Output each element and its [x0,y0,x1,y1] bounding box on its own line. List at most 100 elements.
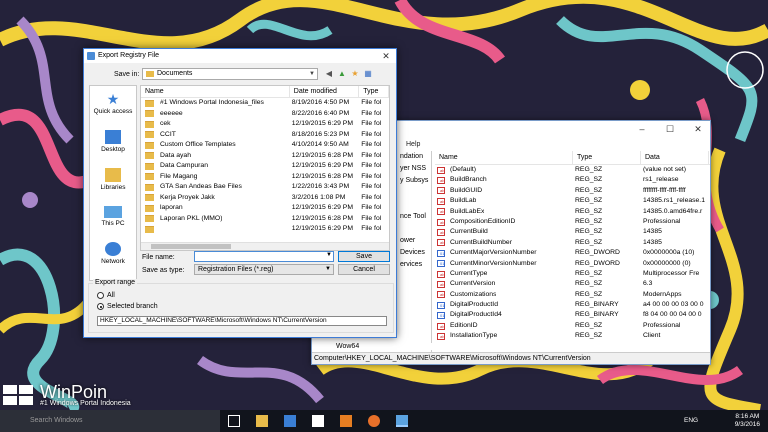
language-indicator[interactable]: ENG [684,417,698,424]
file-type: File fol [361,99,382,106]
file-row[interactable]: laporan 12/19/2015 6:29 PM File fol [141,203,389,214]
view-menu-icon[interactable]: ▦ [363,69,373,79]
value-name: DigitalProductId [450,301,498,309]
string-value-icon: ab [437,280,445,288]
back-icon[interactable]: ◀ [324,69,334,79]
value-row[interactable]: 01 DigitalProductId REG_BINARY a4 00 00 00 … [435,300,710,310]
folder-icon [145,152,154,160]
store-icon[interactable] [312,415,324,427]
up-folder-icon[interactable]: ▲ [337,69,347,79]
value-row[interactable]: ab BuildBranch REG_SZ rs1_release [435,175,710,185]
value-row[interactable]: 01 CurrentMajorVersionNumber REG_DWORD 0x00… [435,248,710,258]
value-row[interactable]: ab BuildLabEx REG_SZ 14385.0.amd64fre.r [435,207,710,217]
value-row[interactable]: ab BuildLab REG_SZ 14385.rs1_release.1 [435,196,710,206]
value-row[interactable]: 01 CurrentMinorVersionNumber REG_DWORD 0x00… [435,259,710,269]
minimize-icon[interactable]: – [632,124,652,136]
folder-icon [145,141,154,149]
file-type: File fol [361,214,382,222]
save-button[interactable]: Save [338,251,390,262]
file-name-input[interactable]: ▼ [194,251,334,262]
registry-values-list[interactable]: Name Type Data ab (Default) REG_SZ (value n… [435,151,710,354]
file-row[interactable]: Laporan PKL (MMO) 12/19/2015 6:28 PM File … [141,214,389,225]
value-type: REG_DWORD [575,249,620,257]
col-date-modified[interactable]: Date modified [290,86,360,97]
value-data: 14385.rs1_release.1 [643,197,705,205]
file-row[interactable]: cek 12/19/2015 6:29 PM File fol [141,119,389,130]
string-value-icon: ab [437,270,445,278]
windows-logo-icon [3,385,33,405]
value-row[interactable]: ab CurrentBuildNumber REG_SZ 14385 [435,238,710,248]
value-row[interactable]: ab CurrentVersion REG_SZ 6.3 [435,279,710,289]
regedit-app-icon [87,52,95,60]
vlc-icon[interactable] [340,415,352,427]
value-row[interactable]: ab InstallationType REG_SZ Client [435,331,710,341]
save-in-dropdown[interactable]: Documents ▼ [142,68,318,80]
file-type: File fol [361,193,382,201]
file-row[interactable]: Custom Office Templates 4/10/2014 9:50 AM… [141,140,389,151]
col-type[interactable]: Type [359,86,389,97]
string-value-icon: ab [437,332,445,340]
place-quick-access[interactable]: ★ Quick access [90,92,136,115]
file-row[interactable]: Data ayah 12/19/2015 6:28 PM File fol [141,151,389,162]
place-network[interactable]: Network [90,242,136,265]
value-row[interactable]: ab (Default) REG_SZ (value not set) [435,165,710,175]
save-as-type-dropdown[interactable]: Registration Files (*.reg) ▼ [194,264,334,275]
place-this-pc[interactable]: This PC [90,206,136,227]
new-folder-icon[interactable]: ★ [350,69,360,79]
radio-all[interactable]: All [97,292,115,299]
selected-branch-input[interactable]: HKEY_LOCAL_MACHINE\SOFTWARE\Microsoft\Wi… [97,316,387,326]
file-row[interactable]: 12/19/2015 6:29 PM File fol [141,224,389,235]
file-name: Custom Office Templates [160,141,236,148]
file-list[interactable]: Name Date modified Type #1 Windows Porta… [140,85,390,251]
folder-icon [145,225,154,233]
file-row[interactable]: eeeeee 8/22/2016 6:40 PM File fol [141,109,389,120]
place-libraries[interactable]: Libraries [90,168,136,191]
close-icon[interactable]: ✕ [376,49,396,63]
file-row[interactable]: File Magang 12/19/2015 6:28 PM File fol [141,172,389,183]
cancel-button[interactable]: Cancel [338,264,390,275]
col-name[interactable]: Name [435,151,573,164]
search-box[interactable]: Search Windows [0,410,220,432]
file-type: File fol [361,141,382,148]
tree-item-wow64[interactable]: Wow64 [328,343,432,350]
regedit-taskbar-icon[interactable] [396,415,408,427]
file-row[interactable]: GTA San Andeas Bae Files 1/22/2016 3:43 P… [141,182,389,193]
firefox-icon[interactable] [368,415,380,427]
file-row[interactable]: CCIT 8/18/2016 5:23 PM File fol [141,130,389,141]
file-name-label: File name: [142,254,175,261]
file-date: 1/22/2016 3:43 PM [291,183,350,190]
value-row[interactable]: ab BuildGUID REG_SZ ffffffff-ffff-ffff-ffff [435,186,710,196]
value-data: 14385 [643,238,662,246]
export-registry-dialog[interactable]: Export Registry File ✕ Save in: Document… [83,48,397,338]
file-row[interactable]: #1 Windows Portal Indonesia_files 8/19/20… [141,98,389,109]
chevron-down-icon[interactable]: ▼ [326,252,332,258]
file-row[interactable]: Data Campuran 12/19/2015 6:29 PM File fol [141,161,389,172]
value-row[interactable]: ab EditionID REG_SZ Professional [435,321,710,331]
value-row[interactable]: 01 DigitalProductId4 REG_BINARY f8 04 00 00… [435,310,710,320]
file-explorer-icon[interactable] [256,415,268,427]
value-data: 14385.0.amd64fre.r [643,207,703,215]
value-row[interactable]: ab CurrentType REG_SZ Multiprocessor Fre [435,269,710,279]
col-data[interactable]: Data [641,151,709,164]
radio-selected-branch[interactable]: Selected branch [97,303,158,310]
file-row[interactable]: Kerja Proyek Jakk 3/2/2016 1:08 PM File fo… [141,193,389,204]
place-desktop[interactable]: Desktop [90,130,136,153]
horizontal-scrollbar[interactable] [141,242,389,250]
edge-icon[interactable] [284,415,296,427]
col-name[interactable]: Name [141,86,290,97]
maximize-icon[interactable]: ☐ [660,124,680,136]
clock[interactable]: 8:16 AM 9/3/2016 [735,413,760,429]
string-value-icon: ab [437,291,445,299]
value-row[interactable]: ab CurrentBuild REG_SZ 14385 [435,227,710,237]
close-icon[interactable]: ✕ [688,124,708,136]
value-name: BuildLab [450,197,477,205]
file-name: #1 Windows Portal Indonesia_files [160,99,264,106]
menu-help[interactable]: Help [406,141,420,148]
task-view-icon[interactable] [228,415,240,427]
value-row[interactable]: ab Customizations REG_SZ ModernApps [435,290,710,300]
value-row[interactable]: ab CompositionEditionID REG_SZ Professional [435,217,710,227]
folder-icon [145,173,154,181]
dialog-titlebar[interactable]: Export Registry File ✕ [84,49,396,63]
value-name: BuildLabEx [450,207,485,215]
col-type[interactable]: Type [573,151,641,164]
